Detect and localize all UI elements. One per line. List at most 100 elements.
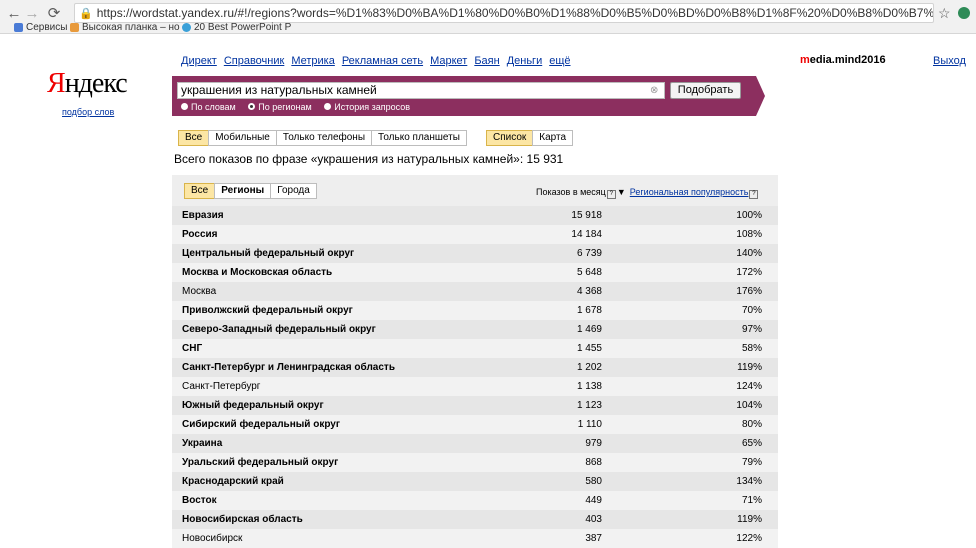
table-row: Северо-Западный федеральный округ 1 469 97… <box>172 320 778 339</box>
table-row: Краснодарский край 580 134% <box>172 472 778 491</box>
nav-reference[interactable]: Справочник <box>224 55 285 67</box>
search-panel-arrow <box>756 76 765 116</box>
region-name: Сибирский федеральный округ <box>182 419 341 430</box>
shows-count: 580 <box>585 476 602 487</box>
shows-count: 1 469 <box>576 324 602 335</box>
bookmarks-bar: Сервисы Высокая планка – но 20 Best Powe… <box>0 23 976 33</box>
help-icon[interactable]: ? <box>606 190 616 199</box>
region-name: Санкт-Петербург и Ленинградская область <box>182 362 395 373</box>
yandex-logo[interactable]: Яндекс <box>47 68 128 100</box>
table-row: Новосибирск 387 122% <box>172 529 778 548</box>
search-input[interactable]: украшения из натуральных камней <box>177 82 665 99</box>
tab-all-regions[interactable]: Все <box>184 183 216 199</box>
region-type-tabs: Все Регионы Города <box>184 183 317 199</box>
table-header: Показов в месяц? ▼ Региональная популярнос… <box>536 187 759 199</box>
bookmark-high-bar[interactable]: Высокая планка – но <box>70 23 180 33</box>
popularity-percent: 134% <box>736 476 762 487</box>
table-row: Южный федеральный округ 1 123 104% <box>172 396 778 415</box>
nav-ad-network[interactable]: Рекламная сеть <box>342 55 423 67</box>
bookmark-powerpoint[interactable]: 20 Best PowerPoint P <box>182 23 291 33</box>
popularity-percent: 108% <box>736 229 762 240</box>
region-name: Южный федеральный округ <box>182 400 324 411</box>
nav-money[interactable]: Деньги <box>507 55 543 67</box>
search-button[interactable]: Подобрать <box>670 82 741 99</box>
bookmark-favicon <box>182 23 191 32</box>
logout-link[interactable]: Выход <box>933 55 966 67</box>
mode-history[interactable]: История запросов <box>324 102 410 112</box>
col-shows-per-month[interactable]: Показов в месяц <box>536 187 606 197</box>
mode-by-words[interactable]: По словам <box>181 102 236 112</box>
popularity-percent: 124% <box>736 381 762 392</box>
shows-count: 403 <box>585 514 602 525</box>
shows-count: 5 648 <box>576 267 602 278</box>
back-icon[interactable]: ← <box>6 6 22 22</box>
radio-icon <box>181 103 188 110</box>
nav-bayan[interactable]: Баян <box>474 55 499 67</box>
table-row: Украина 979 65% <box>172 434 778 453</box>
extension-icon[interactable] <box>958 7 970 19</box>
popularity-percent: 58% <box>741 343 762 354</box>
radio-icon <box>248 103 256 110</box>
popularity-percent: 80% <box>741 419 762 430</box>
mode-by-regions[interactable]: По регионам <box>248 102 312 112</box>
sort-desc-icon[interactable]: ▼ <box>617 187 626 197</box>
tab-regions[interactable]: Регионы <box>214 183 272 199</box>
tab-phones[interactable]: Только телефоны <box>275 130 373 146</box>
popularity-percent: 71% <box>741 495 762 506</box>
table-row: СНГ 1 455 58% <box>172 339 778 358</box>
help-icon[interactable]: ? <box>749 190 759 199</box>
table-row: Россия 14 184 108% <box>172 225 778 244</box>
bookmark-services[interactable]: Сервисы <box>14 23 67 33</box>
col-regional-popularity[interactable]: Региональная популярность <box>630 187 749 197</box>
table-row: Москва 4 368 176% <box>172 282 778 301</box>
nav-direct[interactable]: Директ <box>181 55 217 67</box>
nav-more[interactable]: ещё <box>549 55 570 67</box>
shows-count: 449 <box>585 495 602 506</box>
search-mode: По словам По регионам История запросов <box>181 102 420 112</box>
nav-metrika[interactable]: Метрика <box>291 55 335 67</box>
table-row: Уральский федеральный округ 868 79% <box>172 453 778 472</box>
tab-list[interactable]: Список <box>486 130 534 146</box>
shows-count: 6 739 <box>576 248 602 259</box>
wordstat-link[interactable]: подбор слов <box>62 107 114 117</box>
shows-count: 1 202 <box>576 362 602 373</box>
shows-count: 868 <box>585 457 602 468</box>
total-shows: Всего показов по фразе «украшения из нат… <box>174 152 564 166</box>
shows-count: 14 184 <box>571 229 602 240</box>
popularity-percent: 79% <box>741 457 762 468</box>
table-row: Санкт-Петербург и Ленинградская область 1… <box>172 358 778 377</box>
region-name: Новосибирская область <box>182 514 303 525</box>
services-nav: Директ Справочник Метрика Рекламная сеть Мар… <box>181 55 578 67</box>
popularity-percent: 70% <box>741 305 762 316</box>
shows-count: 387 <box>585 533 602 544</box>
popularity-percent: 119% <box>737 514 762 525</box>
view-tabs: Список Карта <box>486 130 574 146</box>
clear-icon[interactable]: ⊗ <box>650 85 658 96</box>
popularity-percent: 104% <box>736 400 762 411</box>
tab-all-devices[interactable]: Все <box>178 130 210 146</box>
username[interactable]: media.mind2016 <box>800 54 886 66</box>
shows-count: 15 918 <box>571 210 602 221</box>
region-name: Восток <box>182 495 217 506</box>
region-name: Россия <box>182 229 218 240</box>
table-row: Сибирский федеральный округ 1 110 80% <box>172 415 778 434</box>
region-name: СНГ <box>182 343 203 354</box>
forward-icon[interactable]: → <box>24 6 40 22</box>
tab-cities[interactable]: Города <box>270 183 317 199</box>
region-name: Москва <box>182 286 217 297</box>
region-name: Украина <box>182 438 223 449</box>
popularity-percent: 119% <box>737 362 762 373</box>
tab-tablets[interactable]: Только планшеты <box>371 130 467 146</box>
address-bar[interactable]: 🔒 https://wordstat.yandex.ru/#!/regions?w… <box>74 3 934 23</box>
popularity-percent: 140% <box>736 248 762 259</box>
tab-map[interactable]: Карта <box>532 130 574 146</box>
bookmark-star-icon[interactable]: ☆ <box>938 5 951 22</box>
popularity-percent: 65% <box>741 438 762 449</box>
tab-mobile[interactable]: Мобильные <box>208 130 277 146</box>
shows-count: 1 138 <box>576 381 602 392</box>
popularity-percent: 172% <box>736 267 762 278</box>
radio-icon <box>324 103 332 110</box>
reload-icon[interactable]: ⟳ <box>46 6 62 22</box>
nav-market[interactable]: Маркет <box>430 55 467 67</box>
region-name: Санкт-Петербург <box>182 381 261 392</box>
